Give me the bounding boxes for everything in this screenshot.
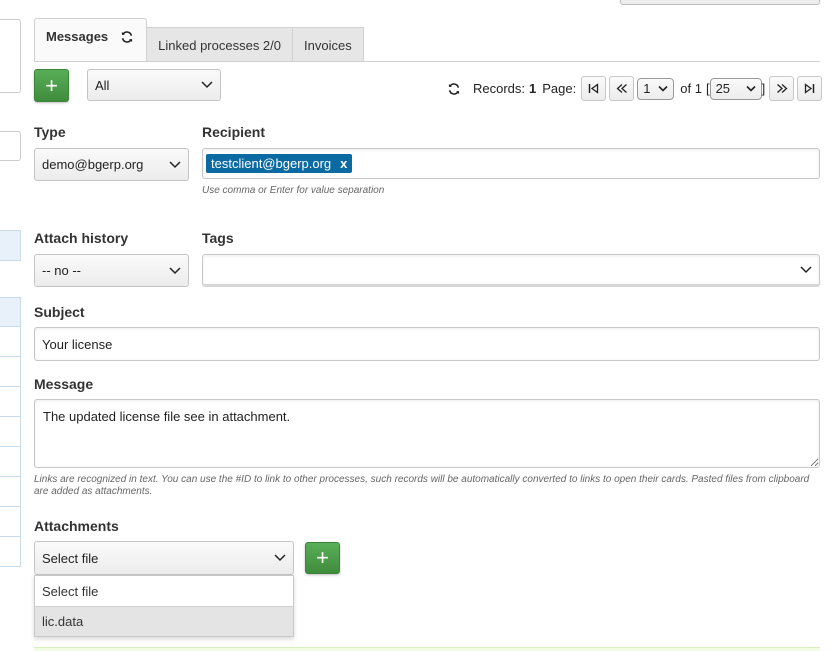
recipient-chip-label: testclient@bgerp.org [211,156,332,171]
tab-messages[interactable]: Messages [34,18,148,62]
subject-input[interactable]: Your license [34,327,820,361]
left-table-row[interactable] [0,387,20,417]
prev-page-button[interactable] [609,76,635,101]
pager: Records: 1 Page: 1 of 1 [ 25 ] [447,76,823,101]
message-textarea[interactable]: The updated license file see in attachme… [34,399,820,468]
chevron-down-icon [745,85,756,92]
type-select-value: demo@bgerp.org [42,157,144,172]
left-panel-table [0,297,21,567]
tab-linked-processes[interactable]: Linked processes 2/0 [147,27,294,62]
dropdown-option-label: Select file [42,583,99,599]
last-page-button[interactable] [797,76,823,101]
left-table-row[interactable] [0,417,20,447]
records-label: Records: [473,81,526,96]
subject-value: Your license [42,336,113,352]
records-count: 1 [529,81,537,96]
page-select-value: 1 [643,81,651,96]
page-label: Page: [542,81,577,96]
tags-label: Tags [202,230,234,246]
attach-history-label: Attach history [34,230,129,246]
next-page-icon [776,84,788,93]
refresh-icon[interactable] [447,82,461,96]
plus-icon: + [45,72,58,98]
tab-invoices[interactable]: Invoices [293,27,364,62]
tags-select[interactable] [202,254,820,287]
attach-history-value: -- no -- [42,263,81,278]
chevron-down-icon [169,266,181,274]
left-panel-input[interactable] [0,131,21,161]
attachment-select[interactable]: Select file [34,541,294,575]
left-table-row[interactable] [0,537,20,567]
left-panel-header [0,230,21,261]
attachment-dropdown: Select file lic.data [34,575,294,637]
left-panel-box [0,19,21,93]
left-table-row[interactable] [0,447,20,477]
plus-icon: + [316,545,329,570]
tab-label: Linked processes 2/0 [158,37,282,53]
recipient-label: Recipient [202,124,266,140]
page-size-select[interactable]: 25 [709,77,762,100]
chevron-down-icon [201,81,213,89]
filter-select[interactable]: All [87,69,221,101]
add-message-button[interactable]: + [34,69,69,102]
tab-bar: Messages Linked processes 2/0 Invoices [34,18,364,62]
bracket-close: ] [761,81,766,96]
tab-divider [34,61,820,62]
subject-label: Subject [34,304,85,320]
filter-select-value: All [95,77,110,93]
next-page-button[interactable] [769,76,795,101]
left-table-row[interactable] [0,477,20,507]
top-right-control[interactable] [620,0,820,5]
refresh-icon[interactable] [120,30,134,44]
left-table-row[interactable] [0,327,20,357]
add-attachment-button[interactable]: + [305,542,340,574]
bottom-panel [34,647,820,651]
first-page-button[interactable] [581,76,607,101]
type-label: Type [34,124,66,140]
page-of-label: of 1 [680,81,702,96]
message-label: Message [34,376,94,392]
left-table-row[interactable] [0,507,20,537]
left-table-row[interactable] [0,297,20,327]
last-page-icon [805,83,815,94]
type-select[interactable]: demo@bgerp.org [34,148,189,181]
dropdown-option-label: lic.data [42,614,84,629]
attachment-select-value: Select file [42,550,99,566]
left-table-row[interactable] [0,357,20,387]
page-select[interactable]: 1 [637,77,675,100]
attachments-label: Attachments [34,518,119,534]
chevron-down-icon [800,265,812,273]
message-hint: Links are recognized in text. You can us… [34,474,810,497]
first-page-icon [589,83,599,94]
chevron-down-icon [274,554,286,562]
recipient-hint: Use comma or Enter for value separation [202,185,385,196]
tab-label: Invoices [304,37,352,53]
chevron-down-icon [169,160,181,168]
dropdown-option[interactable]: lic.data [35,606,293,636]
remove-recipient-button[interactable]: x [340,156,347,171]
tab-label: Messages [46,29,109,44]
attach-history-select[interactable]: -- no -- [34,254,189,287]
prev-page-icon [616,84,627,93]
recipient-input[interactable]: testclient@bgerp.org x [202,148,820,179]
page-size-value: 25 [715,81,731,96]
recipient-chip: testclient@bgerp.org x [206,154,353,173]
chevron-down-icon [658,85,668,92]
dropdown-option[interactable]: Select file [35,576,293,606]
